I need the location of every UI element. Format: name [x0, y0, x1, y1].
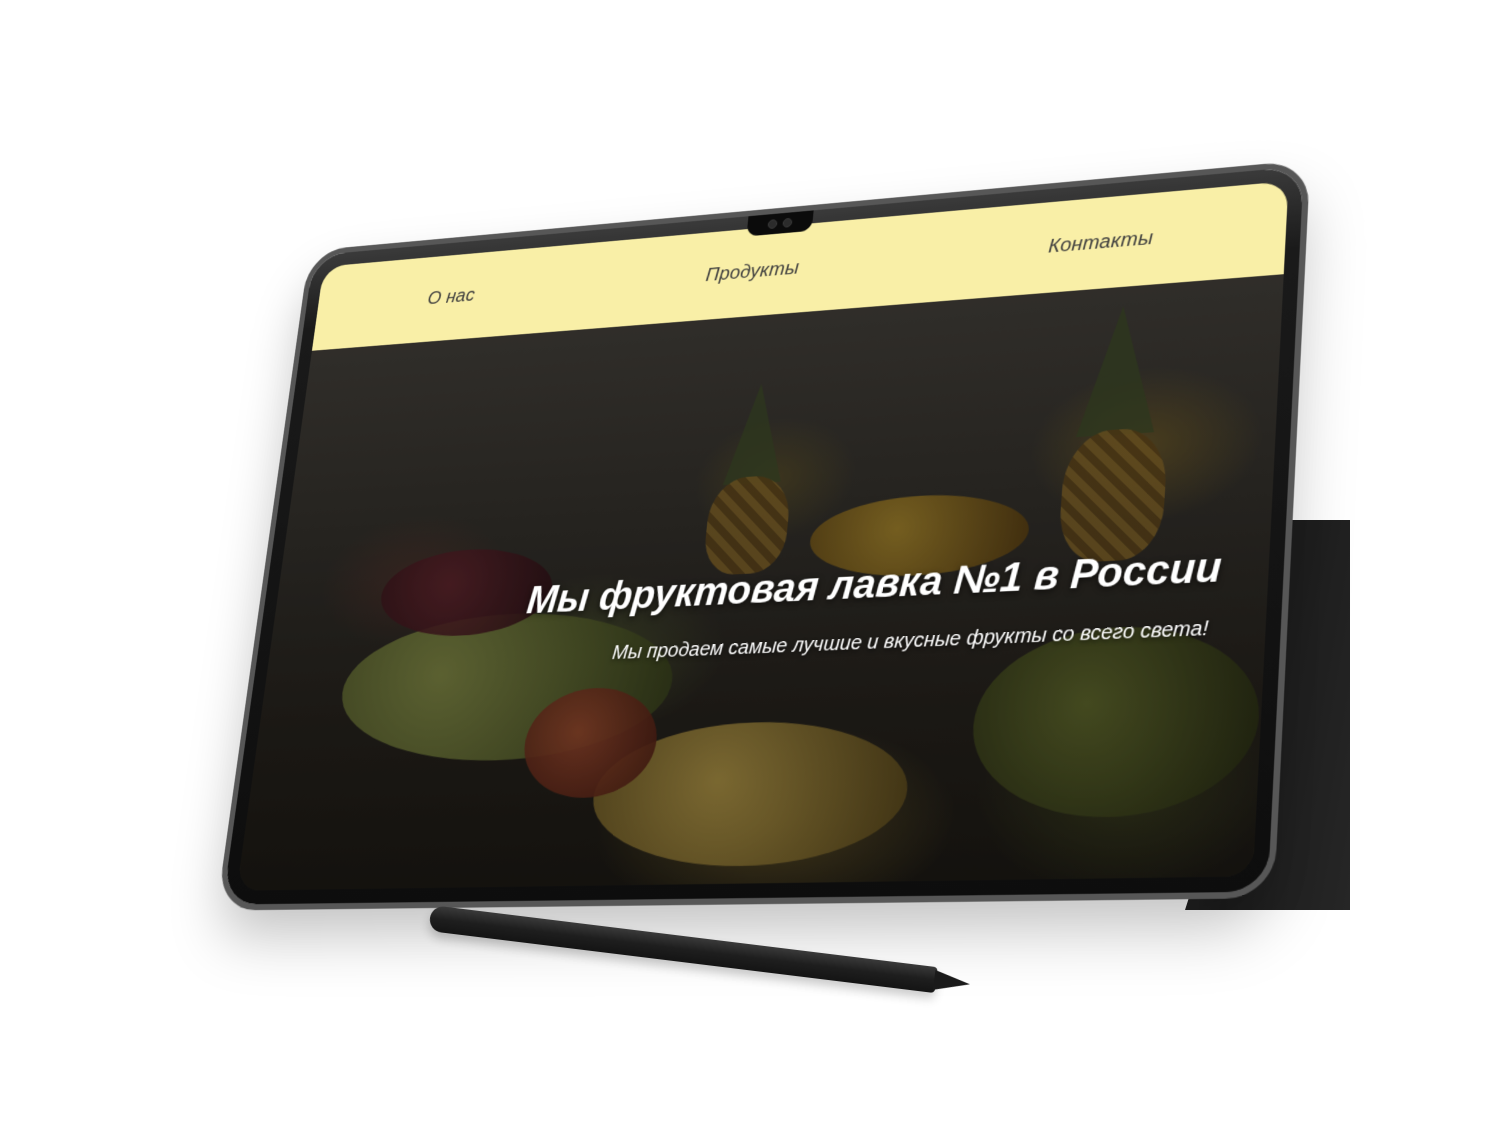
hero-subtitle: Мы продаем самые лучшие и вкусные фрукты…	[611, 617, 1210, 665]
pineapple-crown-decoration	[1075, 303, 1163, 438]
yellow-fruit-pile-decoration	[585, 717, 914, 869]
green-fruit-pile-decoration	[966, 621, 1264, 820]
red-fruit-pile-decoration	[518, 685, 663, 800]
nav-link-products[interactable]: Продукты	[705, 258, 800, 287]
hero-section: Мы фруктовая лавка №1 в России Мы продае…	[236, 274, 1284, 891]
hero-content: Мы фруктовая лавка №1 в России Мы продае…	[266, 543, 1270, 679]
stylus-tip	[932, 969, 972, 995]
tablet-device: О нас Продукты Контакты Мы фруктовая лав…	[222, 166, 1304, 905]
nav-link-about[interactable]: О нас	[426, 285, 476, 310]
camera-icon	[767, 219, 778, 230]
device-mockup-scene: О нас Продукты Контакты Мы фруктовая лав…	[0, 0, 1500, 1125]
tablet-screen: О нас Продукты Контакты Мы фруктовая лав…	[236, 181, 1289, 891]
pineapple-decoration	[1056, 426, 1169, 564]
nav-link-contacts[interactable]: Контакты	[1047, 227, 1154, 258]
camera-icon	[782, 217, 793, 228]
pineapple-decoration	[701, 474, 793, 576]
hero-title: Мы фруктовая лавка №1 в России	[524, 545, 1223, 623]
pineapple-crown-decoration	[722, 381, 791, 486]
